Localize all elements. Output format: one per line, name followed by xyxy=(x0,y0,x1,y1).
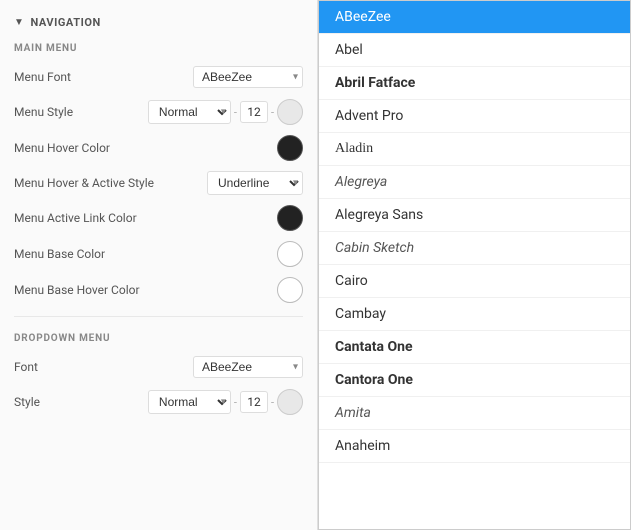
dropdown-style-color[interactable] xyxy=(277,389,303,415)
menu-hover-active-style-row: Menu Hover & Active Style Underline xyxy=(0,166,317,200)
style-size-dash2: - xyxy=(271,106,274,119)
menu-active-link-color-row: Menu Active Link Color xyxy=(0,200,317,236)
menu-base-hover-color-swatch[interactable] xyxy=(277,277,303,303)
menu-base-color-swatch[interactable] xyxy=(277,241,303,267)
menu-hover-color-label: Menu Hover Color xyxy=(14,141,277,155)
font-list-item[interactable]: Aladin xyxy=(319,133,630,166)
font-list-item[interactable]: Cairo xyxy=(319,265,630,298)
left-panel: ▼ NAVIGATION MAIN MENU Menu Font ABeeZee… xyxy=(0,0,318,530)
menu-base-hover-color-control xyxy=(277,277,303,303)
dropdown-style-row: Style Normal - 12 - xyxy=(0,384,317,420)
menu-style-color[interactable] xyxy=(277,99,303,125)
style-size-dash: - xyxy=(234,106,237,119)
menu-base-hover-color-row: Menu Base Hover Color xyxy=(0,272,317,308)
dropdown-size-dash2: - xyxy=(271,396,274,409)
font-list-item[interactable]: Abel xyxy=(319,34,630,67)
hover-active-style-select[interactable]: Underline xyxy=(207,171,303,195)
menu-hover-color-row: Menu Hover Color xyxy=(0,130,317,166)
dropdown-style-control: Normal - 12 - xyxy=(148,389,303,415)
font-list-item[interactable]: Alegreya Sans xyxy=(319,199,630,232)
navigation-section-header[interactable]: ▼ NAVIGATION xyxy=(0,10,317,35)
main-menu-title: MAIN MENU xyxy=(0,35,317,60)
dropdown-font-select[interactable]: ABeeZee xyxy=(193,356,303,378)
dropdown-font-control: ABeeZee xyxy=(193,356,303,378)
menu-active-link-color-label: Menu Active Link Color xyxy=(14,211,277,225)
font-list-item[interactable]: Cantata One xyxy=(319,331,630,364)
menu-active-link-color-control xyxy=(277,205,303,231)
font-list-item[interactable]: Abril Fatface xyxy=(319,67,630,100)
navigation-label: NAVIGATION xyxy=(30,16,100,29)
dropdown-font-row: Font ABeeZee xyxy=(0,350,317,384)
menu-font-label: Menu Font xyxy=(14,70,193,84)
menu-base-hover-color-label: Menu Base Hover Color xyxy=(14,283,277,297)
menu-hover-color-control xyxy=(277,135,303,161)
font-list-item[interactable]: Anaheim xyxy=(319,430,630,463)
dropdown-style-select[interactable]: Normal xyxy=(148,390,231,414)
font-list-item[interactable]: Alegreya xyxy=(319,166,630,199)
font-list-item[interactable]: ABeeZee xyxy=(319,1,630,34)
menu-style-size: 12 xyxy=(240,101,268,123)
nav-collapse-arrow[interactable]: ▼ xyxy=(14,17,24,28)
menu-style-select[interactable]: Normal xyxy=(148,100,231,124)
dropdown-menu-title: DROPDOWN MENU xyxy=(0,325,317,350)
menu-font-control: ABeeZee xyxy=(193,66,303,88)
menu-base-color-label: Menu Base Color xyxy=(14,247,277,261)
dropdown-font-select-wrapper[interactable]: ABeeZee xyxy=(193,356,303,378)
font-list-item[interactable]: Amita xyxy=(319,397,630,430)
menu-font-select[interactable]: ABeeZee xyxy=(193,66,303,88)
menu-style-label: Menu Style xyxy=(14,105,148,119)
font-list-item[interactable]: Advent Pro xyxy=(319,100,630,133)
menu-base-color-control xyxy=(277,241,303,267)
dropdown-size-dash: - xyxy=(234,396,237,409)
dropdown-style-size: 12 xyxy=(240,391,268,413)
dropdown-style-select-wrapper[interactable]: Normal xyxy=(148,390,231,414)
menu-hover-active-control: Underline xyxy=(207,171,303,195)
menu-font-select-wrapper[interactable]: ABeeZee xyxy=(193,66,303,88)
hover-active-select-wrapper[interactable]: Underline xyxy=(207,171,303,195)
divider xyxy=(14,316,303,317)
menu-style-row: Menu Style Normal - 12 - xyxy=(0,94,317,130)
menu-active-link-color-swatch[interactable] xyxy=(277,205,303,231)
menu-style-select-wrapper[interactable]: Normal xyxy=(148,100,231,124)
dropdown-style-label: Style xyxy=(14,395,148,409)
font-list-item[interactable]: Cambay xyxy=(319,298,630,331)
menu-style-control: Normal - 12 - xyxy=(148,99,303,125)
dropdown-font-label: Font xyxy=(14,360,193,374)
menu-hover-active-style-label: Menu Hover & Active Style xyxy=(14,176,207,190)
menu-hover-color-swatch[interactable] xyxy=(277,135,303,161)
font-list-item[interactable]: Cantora One xyxy=(319,364,630,397)
font-list-item[interactable]: Cabin Sketch xyxy=(319,232,630,265)
menu-font-row: Menu Font ABeeZee xyxy=(0,60,317,94)
font-dropdown-panel: ABeeZeeAbelAbril FatfaceAdvent ProAladin… xyxy=(318,0,631,530)
menu-base-color-row: Menu Base Color xyxy=(0,236,317,272)
